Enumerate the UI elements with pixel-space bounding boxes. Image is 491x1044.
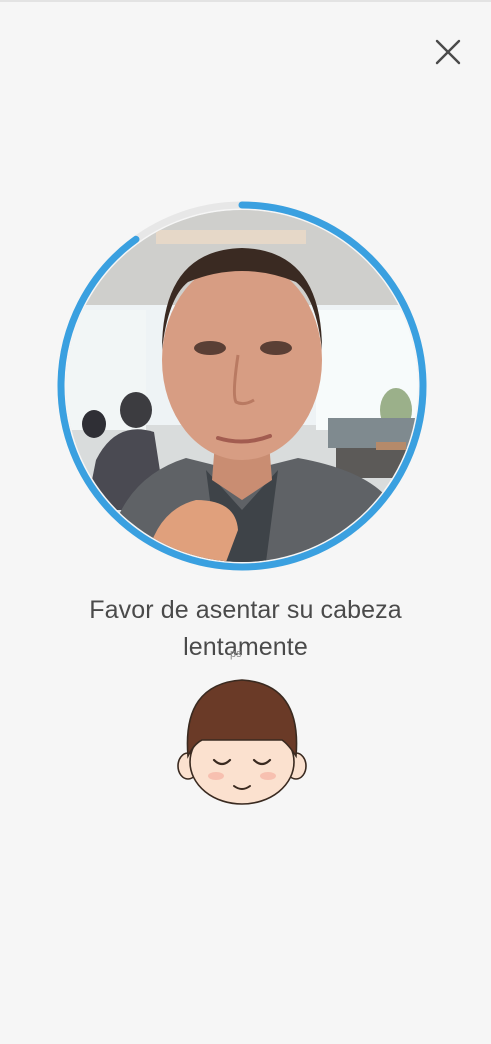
top-divider (0, 0, 491, 2)
close-icon (435, 39, 461, 65)
camera-preview (66, 210, 418, 562)
selfie-image (66, 210, 418, 562)
overlay-caption: ps (230, 648, 242, 660)
nodding-face-icon (176, 676, 308, 808)
camera-frame (54, 194, 430, 578)
instruction-text: Favor de asentar su cabeza lentamente (89, 596, 402, 661)
close-button[interactable] (428, 32, 468, 72)
